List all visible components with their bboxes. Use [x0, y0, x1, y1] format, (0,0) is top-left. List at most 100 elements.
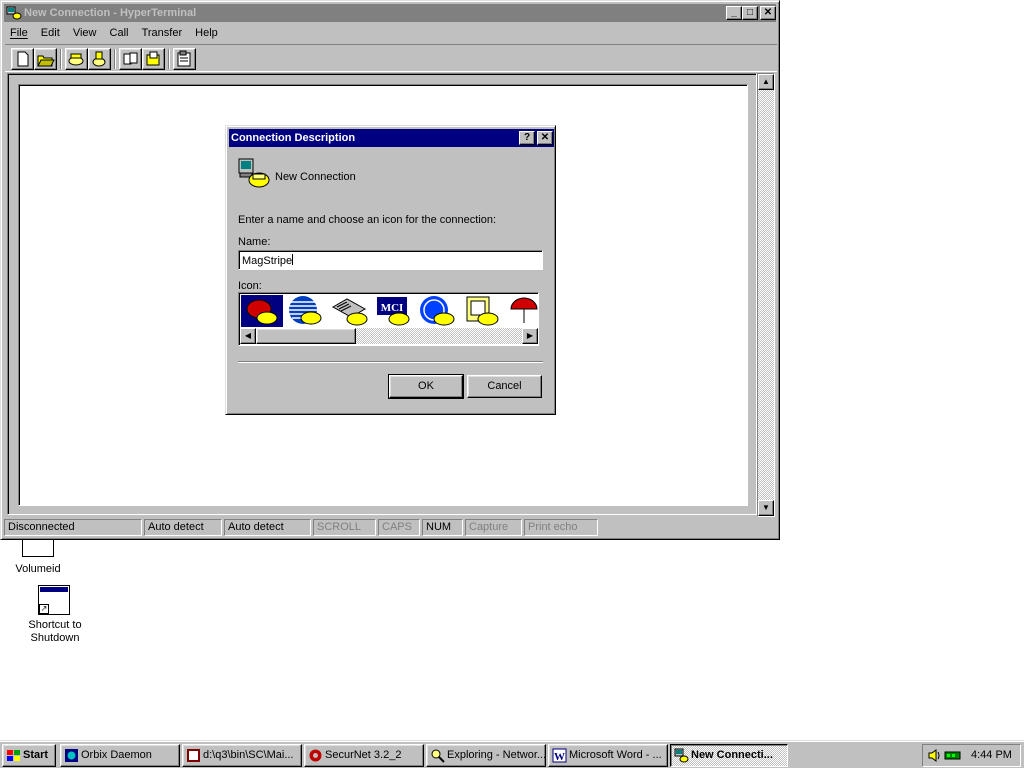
taskbar: Start Orbix Daemon d:\q3\bin\SC\Mai... S… [0, 740, 1024, 768]
clock[interactable]: 4:44 PM [971, 745, 1012, 766]
vertical-scrollbar[interactable]: ▲ ▼ [757, 73, 775, 517]
properties-button[interactable] [173, 48, 196, 70]
magnifier-icon [431, 749, 445, 763]
speaker-icon[interactable] [927, 748, 941, 763]
gear-icon [309, 749, 322, 762]
scroll-right-button[interactable]: ▶ [522, 328, 538, 344]
menu-file[interactable]: File [5, 23, 33, 43]
scroll-down-button[interactable]: ▼ [758, 500, 774, 516]
toolbar-separator [114, 49, 116, 69]
task-exploring-network[interactable]: Exploring - Networ... [426, 744, 546, 767]
cancel-button[interactable]: Cancel [467, 375, 542, 398]
name-input[interactable]: MagStripe [238, 250, 543, 270]
icon-option-keyboard[interactable] [329, 295, 371, 327]
system-tray: 4:44 PM [922, 744, 1021, 767]
status-caps: CAPS [378, 519, 420, 536]
icon-list-hscrollbar[interactable]: ◀ ▶ [240, 328, 538, 344]
word-icon: W [552, 748, 567, 763]
name-input-value: MagStripe [242, 255, 293, 267]
toolbar-separator [60, 49, 62, 69]
volumeid-icon [22, 540, 54, 557]
disconnect-button[interactable] [88, 48, 111, 70]
icon-option-mci[interactable]: MCI [373, 295, 415, 327]
send-button[interactable] [119, 48, 142, 70]
orbix-icon [65, 749, 78, 762]
menu-edit[interactable]: Edit [36, 23, 65, 43]
dialog-divider [238, 361, 543, 363]
icon-option-document[interactable] [461, 295, 503, 327]
dialog-close-button[interactable]: ✕ [537, 131, 553, 145]
svg-text:W: W [554, 751, 565, 763]
scroll-thumb[interactable] [256, 328, 356, 344]
ge-icon [420, 296, 455, 326]
instruction-text: Enter a name and choose an icon for the … [238, 214, 497, 226]
new-icon [17, 51, 29, 67]
properties-icon [177, 50, 191, 67]
menu-call[interactable]: Call [105, 23, 134, 43]
menu-help[interactable]: Help [190, 23, 223, 43]
umbrella-icon [510, 297, 538, 323]
desktop-icon-label: Volumeid [15, 563, 61, 575]
receive-icon [146, 51, 160, 66]
maximize-button[interactable]: □ [742, 6, 758, 20]
scroll-up-button[interactable]: ▲ [758, 74, 774, 90]
desktop-icon-shortcut-shutdown[interactable]: ↗ Shortcut to Shutdown [15, 585, 95, 645]
status-detect-1: Auto detect [144, 519, 222, 536]
close-button[interactable]: ✕ [760, 6, 776, 20]
disconnect-icon [92, 51, 106, 67]
shutdown-shortcut-icon: ↗ [38, 585, 70, 615]
icon-option-umbrella[interactable] [505, 295, 538, 327]
menu-transfer[interactable]: Transfer [137, 23, 188, 43]
task-securnet[interactable]: SecurNet 3.2_2 [304, 744, 424, 767]
send-icon [123, 52, 138, 65]
window-titlebar[interactable]: New Connection - HyperTerminal _ □ ✕ [4, 4, 776, 22]
task-orbix-daemon[interactable]: Orbix Daemon [60, 744, 180, 767]
status-print-echo: Print echo [524, 519, 598, 536]
new-button[interactable] [11, 48, 34, 70]
open-icon [37, 55, 55, 67]
receive-button[interactable] [142, 48, 165, 70]
globe-icon [289, 296, 322, 325]
dialog-titlebar[interactable]: Connection Description ? ✕ [229, 129, 554, 147]
start-label: Start [23, 749, 49, 761]
connect-icon [68, 53, 84, 66]
svg-text:MCI: MCI [381, 302, 404, 314]
icon-label: Icon: [238, 280, 262, 292]
ok-button[interactable]: OK [388, 374, 464, 399]
icon-option-red-phone[interactable] [241, 295, 283, 327]
icon-option-globe[interactable] [285, 295, 327, 327]
connection-icon [237, 157, 271, 191]
network-icon[interactable] [944, 748, 962, 763]
window-title: New Connection - HyperTerminal [24, 7, 197, 19]
text-cursor [292, 254, 294, 265]
toolbar [5, 44, 777, 72]
menu-bar: File Edit View Call Transfer Help [5, 23, 777, 43]
status-capture: Capture [465, 519, 522, 536]
status-scroll: SCROLL [313, 519, 376, 536]
task-explorer-folder[interactable]: d:\q3\bin\SC\Mai... [182, 744, 302, 767]
status-num: NUM [422, 519, 463, 536]
status-bar: Disconnected Auto detect Auto detect SCR… [4, 518, 776, 537]
hyperterminal-icon [674, 748, 689, 763]
toolbar-separator [168, 49, 170, 69]
app-icon [6, 5, 22, 21]
minimize-button[interactable]: _ [726, 6, 742, 20]
task-new-connection[interactable]: New Connecti... [670, 744, 788, 767]
open-button[interactable] [34, 48, 57, 70]
connection-name-header: New Connection [275, 171, 356, 183]
windows-logo-icon [7, 750, 20, 761]
task-microsoft-word[interactable]: W Microsoft Word - ... [548, 744, 668, 767]
start-button[interactable]: Start [2, 744, 56, 767]
desktop-icon-volumeid[interactable]: Volumeid [12, 540, 72, 580]
connect-button[interactable] [65, 48, 88, 70]
menu-view[interactable]: View [68, 23, 102, 43]
help-button[interactable]: ? [519, 131, 535, 145]
red-phone-icon [246, 299, 278, 325]
keyboard-icon [331, 298, 368, 326]
document-icon [466, 296, 499, 326]
folder-window-icon [187, 749, 200, 762]
scroll-left-button[interactable]: ◀ [240, 328, 256, 344]
icon-option-ge[interactable] [417, 295, 459, 327]
dialog-title: Connection Description [231, 132, 356, 144]
name-label: Name: [238, 236, 271, 248]
